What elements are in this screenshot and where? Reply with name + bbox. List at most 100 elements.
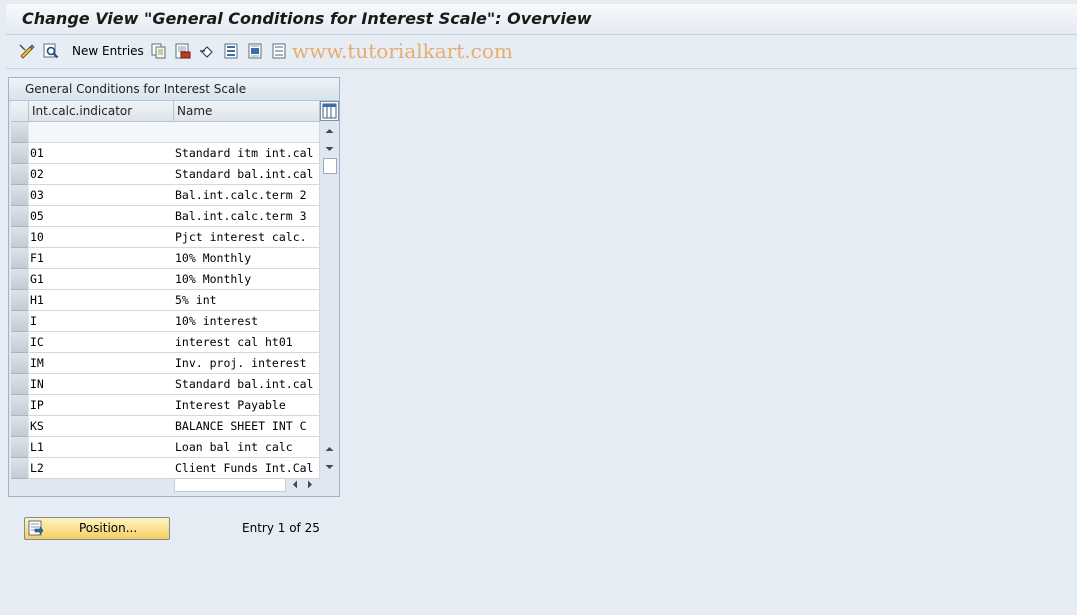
cell-name[interactable]: 10% interest (174, 311, 320, 332)
scroll-page-up-icon[interactable] (322, 442, 337, 456)
cell-indicator[interactable]: 02 (29, 164, 175, 185)
cell-name[interactable]: 10% Monthly (174, 248, 320, 269)
cell-name[interactable]: interest cal ht01 (174, 332, 320, 353)
cell-name[interactable]: Interest Payable (174, 395, 320, 416)
table-title: General Conditions for Interest Scale (25, 82, 247, 96)
cell-name[interactable]: BALANCE SHEET INT C (174, 416, 320, 437)
table-row: 03 Bal.int.calc.term 2 (9, 185, 320, 206)
cell-indicator[interactable]: F1 (29, 248, 175, 269)
table-row: IM Inv. proj. interest (9, 353, 320, 374)
table-row: L1 Loan bal int calc (9, 437, 320, 458)
table-row: G1 10% Monthly (9, 269, 320, 290)
cell-indicator[interactable]: 10 (29, 227, 175, 248)
row-selector[interactable] (11, 395, 28, 416)
cell-indicator[interactable]: I (29, 311, 175, 332)
page-title: Change View "General Conditions for Inte… (22, 9, 592, 28)
cell-indicator[interactable]: IN (29, 374, 175, 395)
cell-indicator[interactable]: H1 (29, 290, 175, 311)
table-row: F1 10% Monthly (9, 248, 320, 269)
horizontal-scroll-track[interactable] (174, 478, 286, 492)
row-selector[interactable] (11, 122, 28, 143)
cell-name[interactable]: Loan bal int calc (174, 437, 320, 458)
horizontal-scrollbar[interactable] (174, 477, 319, 492)
cell-indicator[interactable]: IM (29, 353, 175, 374)
application-toolbar: New Entries www.tutorialkart.com (6, 35, 1077, 69)
scroll-down-icon[interactable] (322, 142, 337, 156)
row-selector[interactable] (11, 353, 28, 374)
scroll-page-down-icon[interactable] (322, 460, 337, 474)
table-row: IN Standard bal.int.cal (9, 374, 320, 395)
cell-indicator[interactable]: IP (29, 395, 175, 416)
select-all-icon[interactable] (223, 43, 239, 59)
select-block-icon[interactable] (247, 43, 263, 59)
undo-icon[interactable] (199, 43, 215, 59)
row-selector[interactable] (11, 416, 28, 437)
cell-indicator[interactable]: 03 (29, 185, 175, 206)
cell-indicator[interactable]: 05 (29, 206, 175, 227)
new-entries-button[interactable]: New Entries (72, 44, 144, 58)
column-header-name[interactable]: Name (174, 101, 320, 122)
scroll-right-icon[interactable] (303, 477, 317, 492)
cell-name[interactable]: Standard itm int.cal (174, 143, 320, 164)
position-icon (28, 520, 44, 536)
table-title-bar: General Conditions for Interest Scale (9, 78, 339, 101)
vertical-scrollbar[interactable] (322, 122, 337, 474)
row-selector[interactable] (11, 164, 28, 185)
row-selector[interactable] (11, 248, 28, 269)
row-selector[interactable] (11, 206, 28, 227)
scroll-thumb[interactable] (323, 158, 337, 174)
cell-name[interactable]: Pjct interest calc. (174, 227, 320, 248)
table-row: IP Interest Payable (9, 395, 320, 416)
table-row: 10 Pjct interest calc. (9, 227, 320, 248)
cell-indicator[interactable]: G1 (29, 269, 175, 290)
cell-name[interactable]: 5% int (174, 290, 320, 311)
table-row: 02 Standard bal.int.cal (9, 164, 320, 185)
copy-icon[interactable] (151, 43, 167, 59)
table-row: 01 Standard itm int.cal (9, 143, 320, 164)
watermark: www.tutorialkart.com (292, 39, 513, 63)
column-header-indicator[interactable]: Int.calc.indicator (29, 101, 174, 122)
row-selector[interactable] (11, 458, 28, 479)
row-selector[interactable] (11, 374, 28, 395)
delete-icon[interactable] (175, 43, 191, 59)
table-row (9, 122, 320, 143)
select-all-rows-header[interactable] (11, 101, 29, 122)
find-icon[interactable] (43, 43, 59, 59)
table-row: 05 Bal.int.calc.term 3 (9, 206, 320, 227)
cell-name[interactable]: Client Funds Int.Cal (174, 458, 320, 479)
cell-name[interactable]: Standard bal.int.cal (174, 164, 320, 185)
cell-indicator[interactable]: IC (29, 332, 175, 353)
cell-indicator[interactable]: L2 (29, 458, 175, 479)
table-row: H1 5% int (9, 290, 320, 311)
row-selector[interactable] (11, 332, 28, 353)
cell-name[interactable]: Standard bal.int.cal (174, 374, 320, 395)
entry-counter: Entry 1 of 25 (242, 521, 320, 535)
row-selector[interactable] (11, 290, 28, 311)
cell-name[interactable]: Bal.int.calc.term 2 (174, 185, 320, 206)
cell-name[interactable] (174, 122, 320, 143)
cell-name[interactable]: 10% Monthly (174, 269, 320, 290)
position-button[interactable]: Position... (24, 517, 170, 540)
cell-name[interactable]: Bal.int.calc.term 3 (174, 206, 320, 227)
table-row: L2 Client Funds Int.Cal (9, 458, 320, 479)
deselect-all-icon[interactable] (271, 43, 287, 59)
table-row: KS BALANCE SHEET INT C (9, 416, 320, 437)
scroll-left-icon[interactable] (288, 477, 302, 492)
title-bar: Change View "General Conditions for Inte… (6, 4, 1077, 35)
cell-indicator[interactable] (29, 122, 175, 143)
cell-indicator[interactable]: L1 (29, 437, 175, 458)
column-header-indicator-label: Int.calc.indicator (32, 104, 133, 118)
cell-indicator[interactable]: 01 (29, 143, 175, 164)
row-selector[interactable] (11, 143, 28, 164)
scroll-up-icon[interactable] (322, 124, 337, 138)
row-selector[interactable] (11, 437, 28, 458)
display-change-icon[interactable] (19, 43, 35, 59)
table-row: IC interest cal ht01 (9, 332, 320, 353)
table-settings-icon[interactable] (320, 101, 339, 121)
cell-indicator[interactable]: KS (29, 416, 175, 437)
row-selector[interactable] (11, 269, 28, 290)
cell-name[interactable]: Inv. proj. interest (174, 353, 320, 374)
row-selector[interactable] (11, 185, 28, 206)
row-selector[interactable] (11, 311, 28, 332)
row-selector[interactable] (11, 227, 28, 248)
